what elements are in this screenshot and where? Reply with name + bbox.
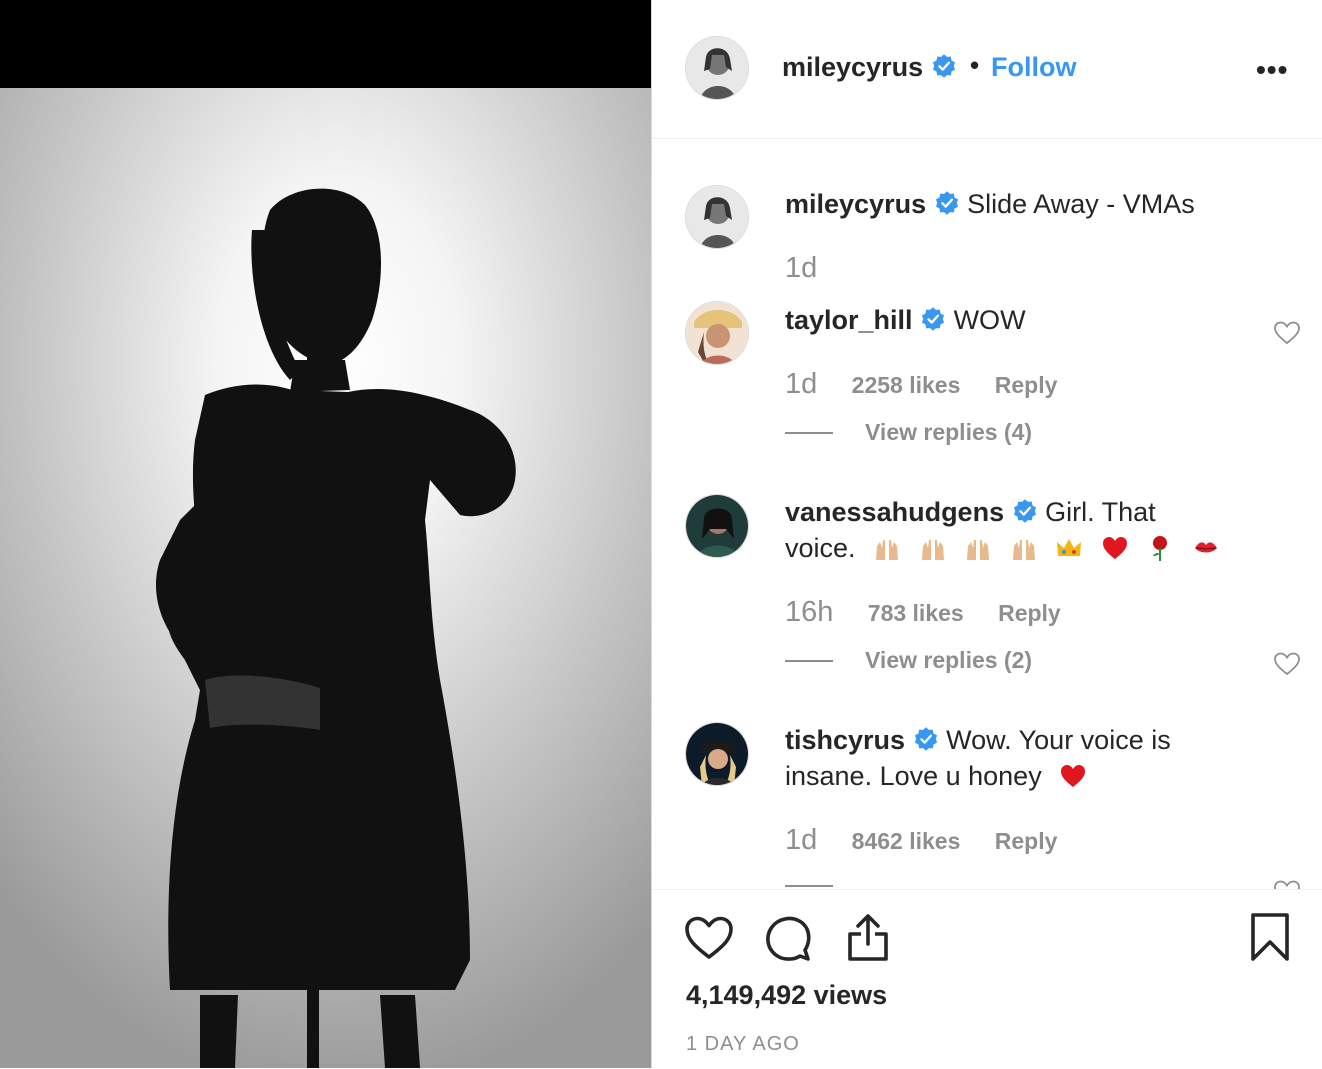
- verified-badge-icon: [935, 191, 958, 215]
- comment-text: vanessahudgens Girl. That voice.: [785, 494, 1225, 566]
- caption-username[interactable]: mileycyrus: [785, 189, 926, 219]
- crown-emoji-icon: [1057, 539, 1082, 556]
- heart-icon[interactable]: [1274, 652, 1300, 676]
- comment-meta: 1d 8462 likes Reply: [785, 824, 1057, 857]
- comment-meta: 16h 783 likes Reply: [785, 596, 1061, 629]
- verified-badge-icon: [1013, 499, 1036, 523]
- kiss-mark-emoji-icon: [1194, 542, 1217, 553]
- raising-hands-emoji-icon: [876, 540, 899, 560]
- raising-hands-emoji-icon: [1012, 540, 1035, 560]
- caption-avatar[interactable]: [685, 185, 749, 249]
- comments-list[interactable]: mileycyrus Slide Away - VMAs 1d taylor_h…: [652, 139, 1322, 889]
- heart-icon[interactable]: [685, 916, 733, 960]
- comment-avatar[interactable]: [685, 494, 749, 558]
- post-video[interactable]: [0, 0, 651, 1068]
- comment-meta: 1d 2258 likes Reply: [785, 368, 1057, 401]
- author-username-text[interactable]: mileycyrus: [782, 52, 923, 82]
- view-replies-button[interactable]: View replies (4): [865, 419, 1032, 446]
- caption-body: Slide Away - VMAs: [967, 189, 1195, 219]
- red-heart-emoji-icon: [1102, 537, 1127, 559]
- reply-button[interactable]: Reply: [995, 828, 1058, 854]
- comment-time[interactable]: 16h: [785, 596, 833, 628]
- view-replies-line: [785, 660, 833, 662]
- reply-button[interactable]: Reply: [998, 600, 1061, 626]
- comment-likes[interactable]: 8462 likes: [852, 828, 961, 854]
- more-options-button[interactable]: •••: [1256, 54, 1288, 86]
- comment-username[interactable]: tishcyrus: [785, 725, 905, 755]
- heart-icon[interactable]: [1274, 321, 1300, 345]
- comment-username[interactable]: vanessahudgens: [785, 497, 1004, 527]
- heart-icon[interactable]: [1274, 880, 1300, 889]
- raising-hands-emoji-icon: [921, 540, 944, 560]
- comment-text: taylor_hill WOW: [785, 302, 1225, 338]
- comment-time[interactable]: 1d: [785, 824, 817, 856]
- video-frame: [0, 0, 651, 1068]
- caption-time[interactable]: 1d: [785, 252, 817, 284]
- comment-likes[interactable]: 783 likes: [868, 600, 964, 626]
- raising-hands-emoji-icon: [967, 540, 990, 560]
- post-actions-footer: 4,149,492 views 1 DAY AGO: [652, 889, 1322, 1069]
- bookmark-icon[interactable]: [1250, 912, 1290, 962]
- verified-badge-icon: [932, 54, 955, 78]
- verified-badge-icon: [922, 307, 945, 331]
- comment-avatar[interactable]: [685, 301, 749, 365]
- caption-text: mileycyrus Slide Away - VMAs: [785, 186, 1305, 222]
- comment-avatar[interactable]: [685, 722, 749, 786]
- author-username[interactable]: mileycyrus: [782, 52, 957, 83]
- red-heart-emoji-icon: [1061, 765, 1086, 787]
- separator-dot: •: [970, 50, 980, 80]
- comment-text: tishcyrus Wow. Your voice is insane. Lov…: [785, 722, 1225, 794]
- view-replies-line: [785, 885, 833, 887]
- follow-button[interactable]: Follow: [991, 52, 1076, 83]
- rose-emoji-icon: [1153, 536, 1168, 561]
- comment-body: WOW: [953, 305, 1026, 335]
- comment-time[interactable]: 1d: [785, 368, 817, 400]
- view-replies-line: [785, 432, 833, 434]
- comment-bubble-icon[interactable]: [765, 916, 811, 962]
- comment-username[interactable]: taylor_hill: [785, 305, 913, 335]
- caption-meta: 1d: [785, 252, 817, 285]
- post-timestamp[interactable]: 1 DAY AGO: [686, 1033, 800, 1056]
- comment-likes[interactable]: 2258 likes: [852, 372, 961, 398]
- reply-button[interactable]: Reply: [995, 372, 1058, 398]
- post-details-panel: mileycyrus • Follow ••• mileycyrus Slide…: [652, 0, 1322, 1068]
- verified-badge-icon: [914, 727, 937, 751]
- share-icon[interactable]: [846, 912, 890, 962]
- views-count[interactable]: 4,149,492 views: [686, 980, 887, 1011]
- post-header: mileycyrus • Follow •••: [652, 0, 1322, 139]
- view-replies-button[interactable]: View replies (2): [865, 647, 1032, 674]
- author-avatar[interactable]: [685, 36, 749, 100]
